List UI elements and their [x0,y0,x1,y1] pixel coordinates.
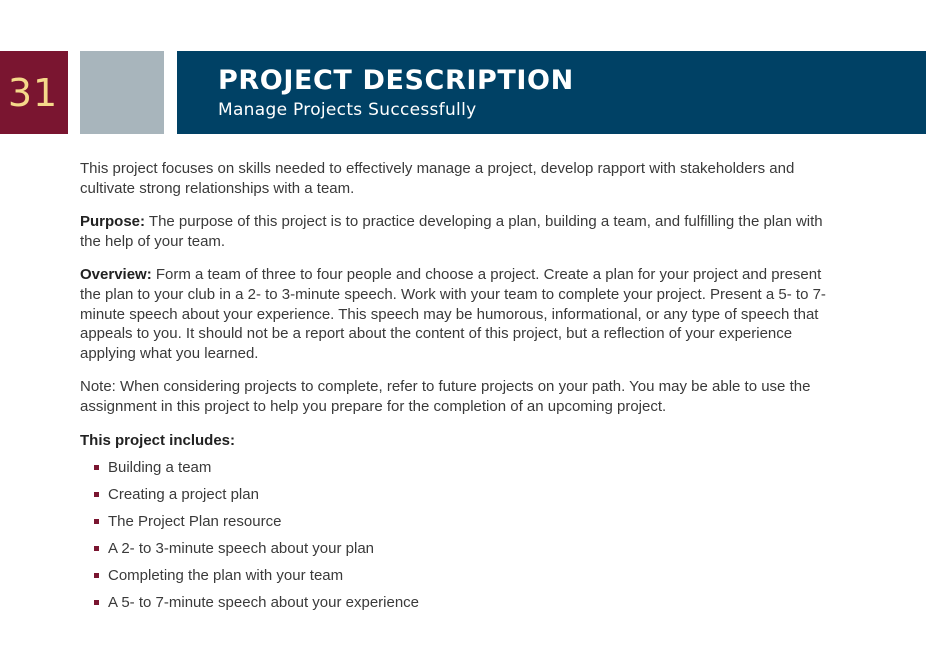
list-item-text: Creating a project plan [108,486,259,504]
page-number-box: 31 [0,51,68,134]
includes-heading: This project includes: [80,431,236,449]
page-number: 31 [7,70,59,115]
includes-list: Building a team Creating a project plan … [80,458,846,620]
square-bullet-icon [94,519,99,525]
square-bullet-icon [94,465,99,471]
page-title: PROJECT DESCRIPTION [218,65,574,96]
note-paragraph: Note: When considering projects to compl… [80,378,811,415]
list-item-text: A 5- to 7-minute speech about your exper… [108,594,420,612]
overview-label: Overview: [80,266,152,284]
list-item: Completing the plan with your team [94,566,846,593]
purpose-paragraph: Purpose: The purpose of this project is … [80,212,846,251]
project-description-body: This project focuses on skills needed to… [80,159,846,620]
list-item: Creating a project plan [94,485,846,512]
list-item-text: Building a team [108,459,212,477]
page-subtitle: Manage Projects Successfully [218,100,477,120]
square-bullet-icon [94,492,99,498]
purpose-label: Purpose: [80,213,146,231]
square-bullet-icon [94,600,99,606]
list-item: A 5- to 7-minute speech about your exper… [94,593,846,620]
list-item-text: The Project Plan resource [108,513,282,531]
list-item-text: Completing the plan with your team [108,567,344,585]
overview-paragraph: Overview: Form a team of three to four p… [80,265,846,363]
overview-text: Form a team of three to four people and … [80,266,826,362]
intro-paragraph: This project focuses on skills needed to… [80,160,795,197]
title-band: PROJECT DESCRIPTION Manage Projects Succ… [177,51,926,134]
list-item: Building a team [94,458,846,485]
square-bullet-icon [94,573,99,579]
purpose-text: The purpose of this project is to practi… [80,213,823,250]
list-item: The Project Plan resource [94,512,846,539]
list-item: A 2- to 3-minute speech about your plan [94,539,846,566]
decorative-gray-block [80,51,164,134]
list-item-text: A 2- to 3-minute speech about your plan [108,540,375,558]
square-bullet-icon [94,546,99,552]
